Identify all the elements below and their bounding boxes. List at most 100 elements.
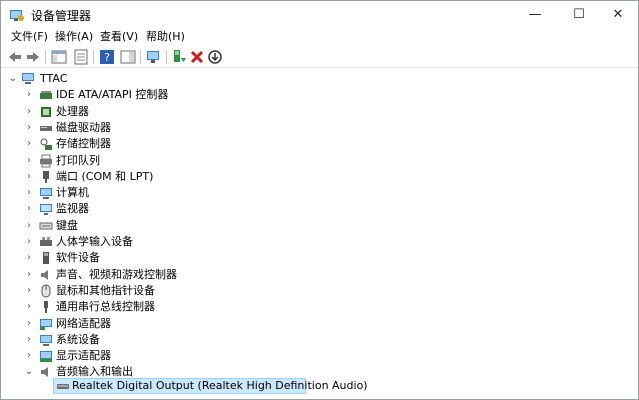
tree-item-system-device[interactable]: › 系统设备 xyxy=(1,332,638,348)
audio-device-icon xyxy=(56,379,70,393)
tree-item-processor[interactable]: › 处理器 xyxy=(1,104,638,120)
toolbar: ? xyxy=(1,47,638,68)
tree-item-label: 软件设备 xyxy=(56,251,100,265)
menu-view[interactable]: 查看(V) xyxy=(98,30,140,44)
software-device-icon xyxy=(39,251,53,265)
tree-item-sound-video[interactable]: › 声音、视频和游戏控制器 xyxy=(1,267,638,283)
tree-item-ports[interactable]: › 端口 (COM 和 LPT) xyxy=(1,169,638,185)
processor-icon xyxy=(39,105,53,119)
sound-icon xyxy=(39,268,53,282)
chevron-right-icon[interactable]: › xyxy=(23,267,35,283)
toolbar-separator xyxy=(45,50,46,64)
tree-item-display-adapter[interactable]: › 显示适配器 xyxy=(1,348,638,364)
device-manager-window: 设备管理器 — ☐ ✕ 文件(F) 操作(A) 查看(V) 帮助(H) ? ⌄ … xyxy=(0,0,639,400)
tree-item-software-device[interactable]: › 软件设备 xyxy=(1,250,638,266)
hid-icon xyxy=(39,235,53,249)
menu-action[interactable]: 操作(A) xyxy=(53,30,95,44)
tree-item-label: 磁盘驱动器 xyxy=(56,120,111,134)
toolbar-separator xyxy=(93,50,94,64)
tree-item-label: 监视器 xyxy=(56,202,89,216)
help-icon[interactable]: ? xyxy=(99,49,115,65)
tree-child-realtek-digital-output[interactable]: Realtek Digital Output (Realtek High Def… xyxy=(1,378,638,394)
tree-item-label: 键盘 xyxy=(56,218,78,232)
forward-arrow-icon[interactable] xyxy=(25,49,41,65)
tree-item-label: 端口 (COM 和 LPT) xyxy=(56,169,154,183)
display-adapter-icon xyxy=(39,349,53,363)
network-adapter-icon xyxy=(39,317,53,331)
menu-file[interactable]: 文件(F) xyxy=(9,30,50,44)
properties-icon[interactable] xyxy=(73,49,89,65)
tree-item-disk-drive[interactable]: › 磁盘驱动器 xyxy=(1,120,638,136)
monitor-icon xyxy=(39,202,53,216)
chevron-down-icon[interactable]: ⌄ xyxy=(7,71,19,87)
keyboard-icon xyxy=(39,219,53,233)
tree-item-label: 鼠标和其他指针设备 xyxy=(56,283,155,297)
tree-item-label: 网络适配器 xyxy=(56,316,111,330)
tree-root[interactable]: ⌄ TTAC xyxy=(1,71,638,87)
chevron-right-icon[interactable]: › xyxy=(23,283,35,299)
tree-item-keyboard[interactable]: › 键盘 xyxy=(1,218,638,234)
minimize-button[interactable]: — xyxy=(514,1,556,29)
tree-item-label: 通用串行总线控制器 xyxy=(56,300,155,314)
svg-text:?: ? xyxy=(104,51,110,64)
storage-controller-icon xyxy=(39,137,53,151)
action-pane-icon[interactable] xyxy=(120,49,136,65)
menu-bar: 文件(F) 操作(A) 查看(V) 帮助(H) xyxy=(1,29,638,47)
computer-icon xyxy=(39,186,53,200)
port-icon xyxy=(39,170,53,184)
back-arrow-icon[interactable] xyxy=(7,49,23,65)
window-title: 设备管理器 xyxy=(31,9,92,23)
chevron-right-icon[interactable]: › xyxy=(23,169,35,185)
chevron-right-icon[interactable]: › xyxy=(23,316,35,332)
chevron-right-icon[interactable]: › xyxy=(23,218,35,234)
maximize-button[interactable]: ☐ xyxy=(558,1,600,29)
chevron-right-icon[interactable]: › xyxy=(23,153,35,169)
device-tree: ⌄ TTAC › IDE ATA/ATAPI 控制器 › 处理器 › 磁盘驱动器… xyxy=(1,68,638,399)
close-button[interactable]: ✕ xyxy=(597,1,638,29)
tree-item-label: 处理器 xyxy=(56,104,89,118)
tree-item-mouse[interactable]: › 鼠标和其他指针设备 xyxy=(1,283,638,299)
tree-item-label: 系统设备 xyxy=(56,332,100,346)
tree-item-network-adapter[interactable]: › 网络适配器 xyxy=(1,316,638,332)
toolbar-separator xyxy=(140,50,141,64)
tree-item-label: 打印队列 xyxy=(56,153,100,167)
tree-item-hid[interactable]: › 人体学输入设备 xyxy=(1,234,638,250)
tree-item-computer[interactable]: › 计算机 xyxy=(1,185,638,201)
tree-item-print-queue[interactable]: › 打印队列 xyxy=(1,153,638,169)
chevron-right-icon[interactable]: › xyxy=(23,87,35,103)
toolbar-separator xyxy=(166,50,167,64)
tree-item-ide-controller[interactable]: › IDE ATA/ATAPI 控制器 xyxy=(1,87,638,103)
tree-item-label: 人体学输入设备 xyxy=(56,235,133,248)
tree-item-label: 存储控制器 xyxy=(56,137,111,151)
chevron-right-icon[interactable]: › xyxy=(23,348,35,364)
chevron-right-icon[interactable]: › xyxy=(23,299,35,315)
scan-hardware-icon[interactable] xyxy=(146,49,162,65)
console-tree-icon[interactable] xyxy=(51,49,67,65)
tree-item-monitor[interactable]: › 监视器 xyxy=(1,201,638,217)
title-bar: 设备管理器 — ☐ ✕ xyxy=(1,1,638,29)
tree-root-label: TTAC xyxy=(40,72,68,85)
disable-device-icon[interactable] xyxy=(207,49,223,65)
tree-item-usb[interactable]: › 通用串行总线控制器 xyxy=(1,299,638,315)
ide-controller-icon xyxy=(39,88,53,102)
chevron-right-icon[interactable]: › xyxy=(23,250,35,266)
tree-item-label: 计算机 xyxy=(56,186,89,200)
tree-item-storage-controller[interactable]: › 存储控制器 xyxy=(1,136,638,152)
tree-item-label: 显示适配器 xyxy=(56,349,111,363)
chevron-right-icon[interactable]: › xyxy=(23,201,35,217)
tree-child-label: Realtek Digital Output (Realtek High Def… xyxy=(72,379,368,392)
mouse-icon xyxy=(39,284,53,298)
chevron-right-icon[interactable]: › xyxy=(23,234,35,250)
update-driver-icon[interactable] xyxy=(171,49,187,65)
device-manager-icon xyxy=(9,7,25,23)
menu-help[interactable]: 帮助(H) xyxy=(144,30,187,44)
usb-icon xyxy=(39,300,53,314)
chevron-right-icon[interactable]: › xyxy=(23,136,35,152)
printer-icon xyxy=(39,154,53,168)
chevron-right-icon[interactable]: › xyxy=(23,104,35,120)
tree-item-label: 声音、视频和游戏控制器 xyxy=(56,267,177,281)
chevron-right-icon[interactable]: › xyxy=(23,185,35,201)
chevron-right-icon[interactable]: › xyxy=(23,120,35,136)
chevron-right-icon[interactable]: › xyxy=(23,332,35,348)
uninstall-device-icon[interactable] xyxy=(189,49,205,65)
